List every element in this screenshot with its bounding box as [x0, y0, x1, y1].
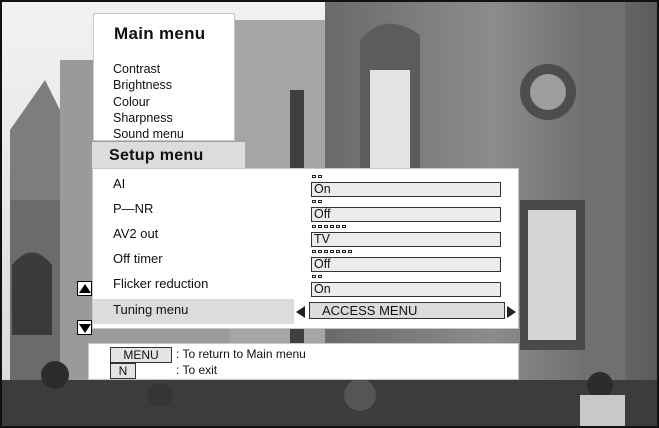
setup-row-flicker-reduction[interactable]: Flicker reduction On: [93, 273, 518, 298]
setup-row-tuning-menu[interactable]: Tuning menu: [93, 299, 294, 324]
scroll-down-button[interactable]: [77, 320, 92, 335]
level-markers: [312, 250, 352, 254]
level-marker: [312, 250, 316, 253]
setup-row-label: AV2 out: [113, 226, 159, 241]
triangle-up-icon: [79, 284, 91, 293]
level-marker: [318, 200, 322, 203]
scroll-up-button[interactable]: [77, 281, 92, 296]
level-marker: [318, 175, 322, 178]
level-marker: [318, 250, 322, 253]
main-menu-item-sound-menu[interactable]: Sound menu: [113, 126, 184, 142]
setup-row-label: Off timer: [113, 251, 163, 266]
main-menu-item-contrast[interactable]: Contrast: [113, 61, 184, 77]
setup-menu-tab: Setup menu: [92, 142, 245, 168]
main-menu-title: Main menu: [114, 24, 206, 43]
main-menu-item-brightness[interactable]: Brightness: [113, 77, 184, 93]
main-menu-item-sharpness[interactable]: Sharpness: [113, 110, 184, 126]
setup-row-label: Flicker reduction: [113, 276, 209, 291]
setup-row-value[interactable]: On: [311, 182, 501, 197]
level-marker: [324, 225, 328, 228]
level-markers: [312, 175, 322, 179]
level-marker: [312, 225, 316, 228]
level-markers: [312, 225, 346, 229]
triangle-left-icon[interactable]: [296, 306, 305, 318]
level-marker: [342, 250, 346, 253]
setup-row-value[interactable]: TV: [311, 232, 501, 247]
level-marker: [336, 225, 340, 228]
menu-key-description: : To return to Main menu: [176, 347, 306, 361]
setup-row-label: Tuning menu: [113, 302, 189, 317]
setup-row-label: P—NR: [113, 201, 154, 216]
setup-row-value[interactable]: Off: [311, 257, 501, 272]
setup-row-label: AI: [113, 176, 126, 191]
main-menu-item-colour[interactable]: Colour: [113, 94, 184, 110]
level-marker: [312, 200, 316, 203]
setup-row-av2-out[interactable]: AV2 out TV: [93, 223, 518, 248]
level-markers: [312, 200, 322, 204]
setup-menu-title: Setup menu: [109, 147, 204, 164]
level-marker: [324, 250, 328, 253]
level-marker: [330, 250, 334, 253]
level-marker: [318, 225, 322, 228]
menu-key[interactable]: MENU: [110, 347, 172, 363]
triangle-right-icon[interactable]: [507, 306, 516, 318]
level-marker: [348, 250, 352, 253]
tuning-menu-value[interactable]: ACCESS MENU: [309, 302, 505, 319]
setup-row-value[interactable]: Off: [311, 207, 501, 222]
main-menu-panel: Main menu Contrast Brightness Colour Sha…: [93, 13, 235, 141]
help-box: MENU : To return to Main menu N : To exi…: [88, 343, 519, 380]
n-key-description: : To exit: [176, 363, 218, 377]
level-marker: [342, 225, 346, 228]
n-key[interactable]: N: [110, 363, 136, 379]
main-menu-list: Contrast Brightness Colour Sharpness Sou…: [113, 61, 184, 142]
triangle-down-icon: [79, 324, 91, 333]
level-markers: [312, 275, 322, 279]
setup-row-ai[interactable]: AI On: [93, 173, 518, 198]
level-marker: [312, 275, 316, 278]
setup-row-off-timer[interactable]: Off timer Off: [93, 248, 518, 273]
setup-row-value[interactable]: On: [311, 282, 501, 297]
setup-row-p-nr[interactable]: P—NR Off: [93, 198, 518, 223]
level-marker: [330, 225, 334, 228]
level-marker: [336, 250, 340, 253]
setup-menu-panel: AI On P—NR Off AV2 out TV Off timer Off …: [92, 168, 519, 329]
level-marker: [318, 275, 322, 278]
level-marker: [312, 175, 316, 178]
